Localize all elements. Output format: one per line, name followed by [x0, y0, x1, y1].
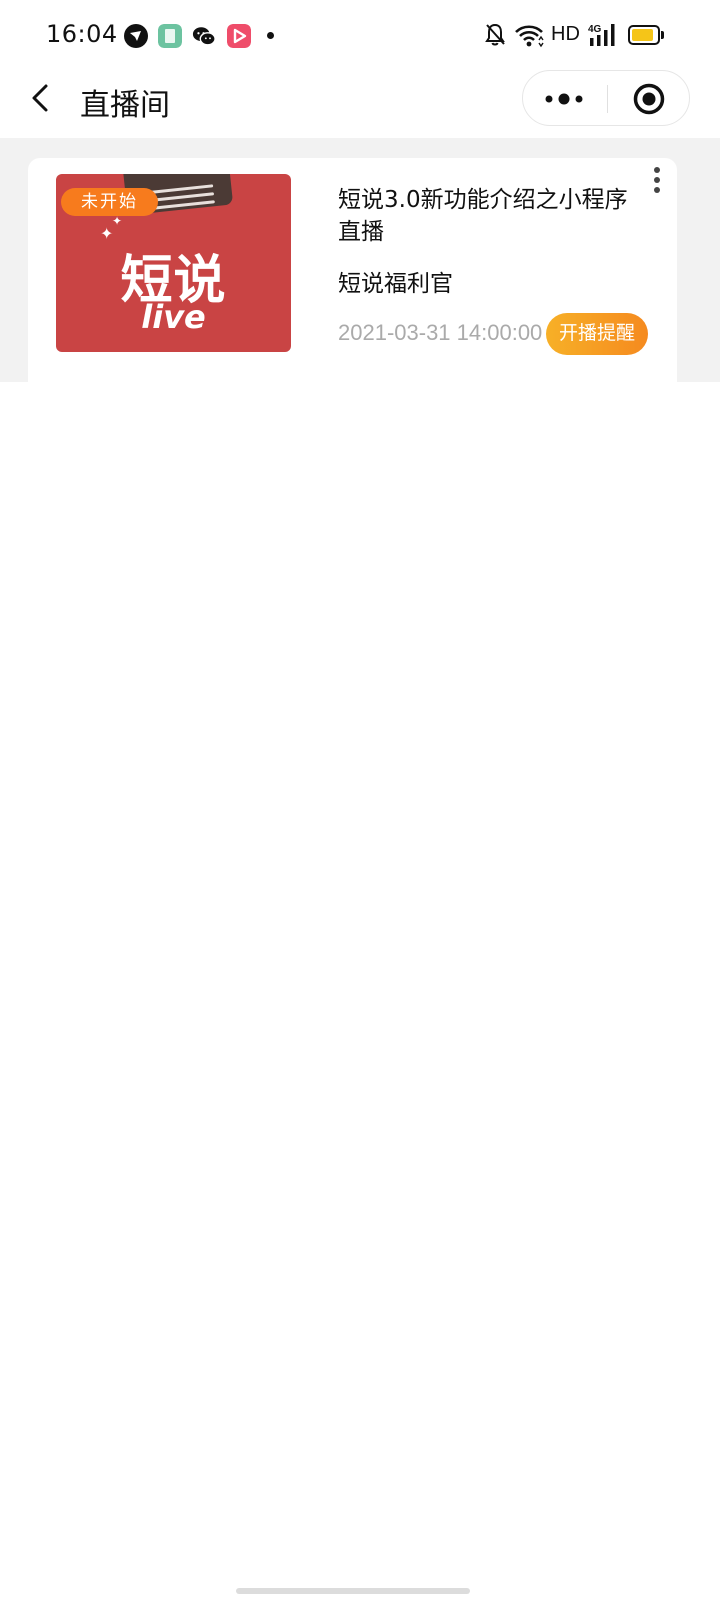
- cover-subtitle: live: [141, 298, 206, 336]
- signal-icon: 4G: [588, 24, 615, 46]
- feishu-icon: [124, 24, 148, 48]
- bell-mute-icon: [485, 23, 505, 46]
- mini-program-capsule: [522, 70, 690, 126]
- cellular-type-label: 4G: [588, 24, 602, 35]
- host-name: 短说福利官: [338, 271, 453, 297]
- battery-icon: [628, 25, 660, 45]
- network-type-label: HD: [551, 23, 580, 45]
- wifi-icon: [515, 25, 544, 48]
- battery-cap: [661, 31, 664, 39]
- video-app-icon: [227, 24, 251, 48]
- notification-dot: [267, 32, 274, 39]
- status-bar: 16:04 HD 4G: [0, 0, 720, 70]
- live-room-card[interactable]: ✦ ✦ 短说 live 未开始 短说3.0新功能介绍之小程序直播 短说福利官 2…: [28, 158, 677, 384]
- home-indicator[interactable]: [236, 1588, 470, 1594]
- reader-app-icon: [158, 24, 182, 48]
- remind-button[interactable]: 开播提醒: [546, 313, 648, 355]
- status-badge: 未开始: [61, 188, 158, 216]
- more-dots-icon[interactable]: [523, 71, 607, 127]
- battery-level: [632, 29, 653, 41]
- live-title[interactable]: 短说3.0新功能介绍之小程序直播: [338, 184, 628, 248]
- close-circle-icon[interactable]: [607, 71, 691, 127]
- status-time: 16:04: [46, 20, 118, 48]
- nav-bar: 直播间: [0, 70, 720, 138]
- back-arrow-icon[interactable]: [24, 78, 64, 118]
- page-title: 直播间: [80, 88, 170, 123]
- wechat-icon: [192, 27, 216, 46]
- start-time: 2021-03-31 14:00:00: [338, 320, 543, 345]
- sparkle-icon: ✦: [112, 214, 123, 228]
- card-more-icon[interactable]: [645, 164, 669, 196]
